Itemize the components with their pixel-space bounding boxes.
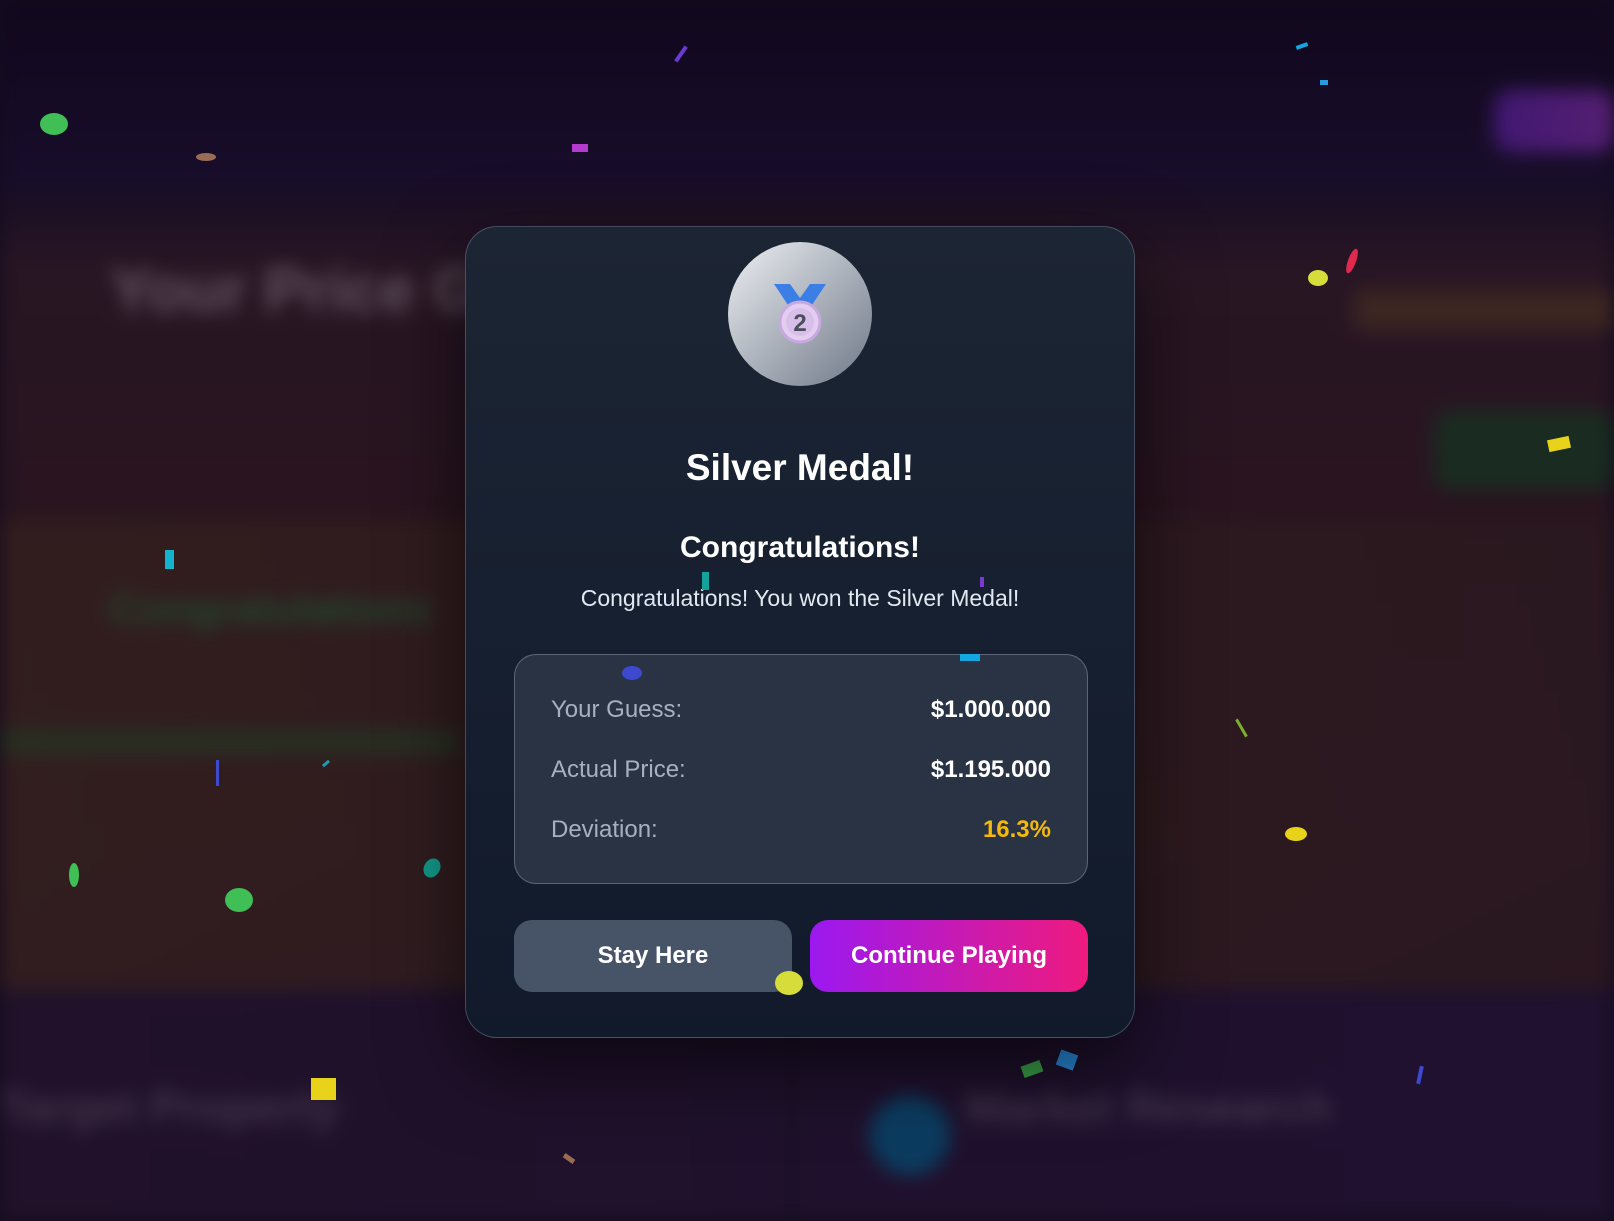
stat-value: $1.195.000 [930, 756, 1051, 783]
medal-icon: 2 [774, 284, 826, 344]
confetti-piece [196, 153, 216, 161]
confetti-piece [1320, 80, 1328, 85]
stat-row-guess: Your Guess: $1.000.000 [551, 690, 1051, 730]
stay-here-button[interactable]: Stay Here [514, 920, 792, 992]
medal-number: 2 [793, 310, 806, 337]
confetti-piece [622, 666, 642, 680]
confetti-piece [702, 572, 709, 590]
stat-value: 16.3% [982, 816, 1051, 843]
stat-row-deviation: Deviation: 16.3% [551, 810, 1051, 850]
dialog-heading: Congratulations! [680, 531, 920, 564]
confetti-piece [1308, 270, 1328, 286]
dialog-title: Silver Medal! [685, 447, 915, 488]
confetti-piece [572, 144, 588, 152]
confetti-piece [165, 550, 174, 569]
stat-label: Actual Price: [551, 756, 686, 783]
stat-label: Your Guess: [551, 696, 683, 723]
dialog-message: Congratulations! You won the Silver Meda… [580, 585, 1020, 611]
confetti-piece [216, 760, 219, 786]
confetti-piece [775, 971, 803, 995]
medal-dialog: 2 Silver Medal! Congratulations! Congrat… [465, 226, 1135, 1038]
confetti-piece [1285, 827, 1307, 841]
confetti-piece [311, 1078, 336, 1100]
medal-badge: 2 [728, 242, 872, 386]
stat-label: Deviation: [551, 816, 658, 843]
stat-row-actual-price: Actual Price: $1.195.000 [551, 750, 1051, 790]
result-stats-panel: Your Guess: $1.000.000 Actual Price: $1.… [514, 654, 1088, 884]
confetti-piece [40, 113, 68, 135]
confetti-piece [69, 863, 79, 887]
continue-playing-button[interactable]: Continue Playing [810, 920, 1088, 992]
confetti-piece [980, 577, 984, 587]
confetti-piece [960, 654, 980, 661]
stat-value: $1.000.000 [930, 696, 1051, 723]
confetti-piece [225, 888, 253, 912]
